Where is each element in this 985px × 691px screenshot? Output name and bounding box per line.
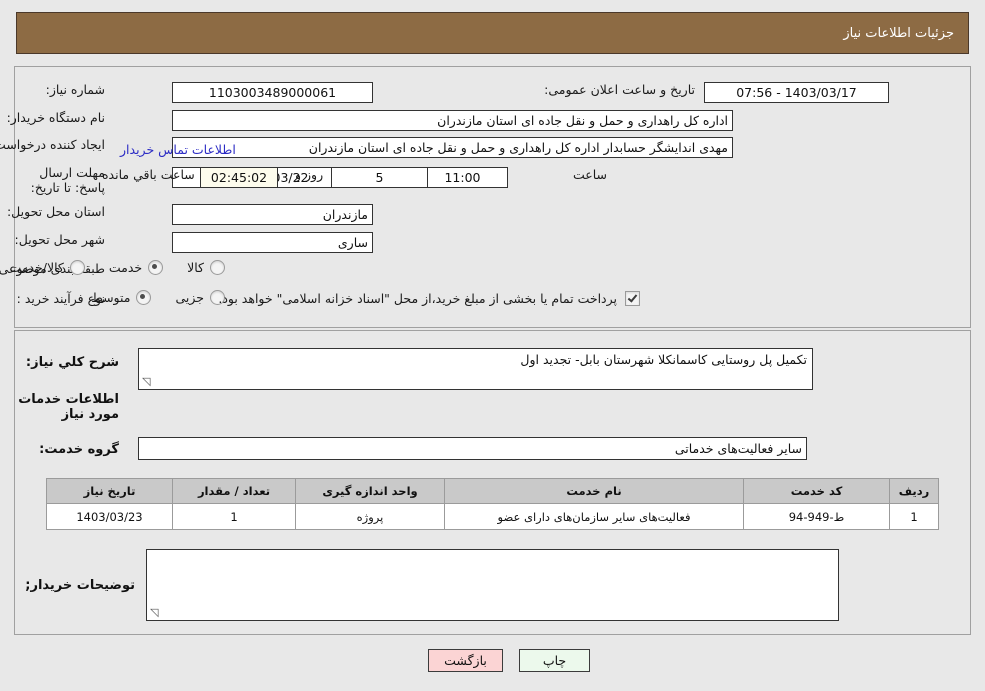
remaining-time-label: ساعت باقي مانده [102,167,195,182]
general-desc-textarea[interactable]: تکمیل پل روستایی کاسمانکلا شهرستان بابل-… [138,348,813,390]
cell-code: ط-949-94 [743,503,890,530]
province-field[interactable]: مازندران [172,204,373,225]
general-desc-value: تکمیل پل روستایی کاسمانکلا شهرستان بابل-… [520,352,807,367]
need-info-panel [14,66,971,328]
remaining-days-label: روز و [295,167,324,182]
announce-datetime-label: تاریخ و ساعت اعلان عمومی: [544,82,695,97]
treasury-note-row: پرداخت تمام یا بخشی از مبلغ خرید،از محل … [218,291,640,306]
buyer-notes-label: توضیحات خریدار; [25,578,135,593]
process-options: جزیی متوسط [67,290,225,305]
buyer-org-label: نام دستگاه خریدار: [6,110,105,125]
service-group-field[interactable]: سایر فعالیت‌های خدماتی [138,437,807,460]
th-unit: واحد اندازه گیری [295,478,445,504]
announce-datetime-label-row: تاریخ و ساعت اعلان عمومی: [544,82,695,97]
cell-date: 1403/03/23 [46,503,173,530]
th-quantity: تعداد / مقدار [172,478,296,504]
remaining-time-field[interactable]: 02:45:02 [200,167,278,188]
deadline-label-row: مهلت ارسال پاسخ: تا تاریخ: [10,165,105,195]
items-table: ردیف کد خدمت نام خدمت واحد اندازه گیری ت… [46,478,939,530]
resize-grip-icon[interactable]: ◸ [142,375,152,388]
radio-kala-icon[interactable] [210,260,225,275]
cell-name: فعالیت‌های سایر سازمان‌های دارای عضو [444,503,744,530]
th-date: تاریخ نیاز [46,478,173,504]
category-option-kala[interactable]: کالا [187,260,225,275]
cell-index: 1 [889,503,939,530]
city-label-row: شهر محل تحویل: [15,232,105,247]
radio-kala-khedmat-icon[interactable] [69,260,85,275]
category-option-khedmat-label: خدمت [108,260,143,275]
th-index: ردیف [889,478,939,504]
cell-unit: پروژه [295,503,445,530]
page-title: جزئیات اطلاعات نیاز [843,25,954,41]
buyer-contact-link-label[interactable]: اطلاعات تماس خریدار [120,142,236,157]
page-root: AnaTender.net جزئیات اطلاعات نیاز شماره … [0,0,985,691]
deadline-hour-label: ساعت [572,167,607,182]
province-label-row: استان محل تحویل: [7,204,105,219]
process-option-motavaset-label: متوسط [91,290,131,305]
treasury-checkbox[interactable] [625,291,640,306]
th-code: کد خدمت [743,478,890,504]
requester-label-row: ایجاد کننده درخواست: [0,137,105,152]
buyer-contact-link[interactable]: اطلاعات تماس خریدار [120,139,236,158]
buyer-notes-textarea[interactable]: ◸ [146,549,839,621]
general-desc-label: شرح کلي نیاز: [25,355,119,370]
resize-grip-icon-2[interactable]: ◸ [150,606,160,619]
city-label: شهر محل تحویل: [15,232,105,247]
category-option-kala-khedmat-label: کالا/خدمت [9,260,64,275]
services-section-title: اطلاعات خدمات مورد نیاز [18,392,119,422]
need-number-label: شماره نیاز: [45,82,105,97]
page-header: جزئیات اطلاعات نیاز [16,12,969,54]
category-options: کالا خدمت کالا/خدمت [0,260,225,275]
category-option-kala-label: کالا [187,260,204,275]
service-group-label: گروه خدمت: [39,442,119,457]
remaining-days-field[interactable]: 5 [331,167,428,188]
province-label: استان محل تحویل: [6,204,105,219]
need-number-label-row: شماره نیاز: [46,82,105,97]
th-name: نام خدمت [444,478,744,504]
cell-quantity: 1 [172,503,296,530]
radio-khedmat-icon[interactable] [148,260,164,275]
category-option-kala-khedmat[interactable]: کالا/خدمت [9,260,85,275]
radio-motavaset-icon[interactable] [136,290,152,305]
items-table-header-row: ردیف کد خدمت نام خدمت واحد اندازه گیری ت… [46,478,939,504]
requester-field[interactable]: مهدی اندایشگر حسابدار اداره کل راهداری و… [172,137,733,158]
city-label-text: شهر محل تحویل: [14,232,105,247]
announce-datetime-field[interactable]: 1403/03/17 - 07:56 [704,82,889,103]
deadline-time-field[interactable]: 11:00 [417,167,508,188]
deadline-label: مهلت ارسال پاسخ: تا تاریخ: [30,165,105,195]
treasury-note-label: پرداخت تمام یا بخشی از مبلغ خرید،از محل … [218,291,617,306]
remaining-time-label-row: ساعت باقي مانده [102,167,195,182]
deadline-hour-label-row: ساعت [573,167,607,182]
city-field[interactable]: ساری [172,232,373,253]
table-row[interactable]: 1 ط-949-94 فعالیت‌های سایر سازمان‌های دا… [46,503,939,530]
process-option-motavaset[interactable]: متوسط [91,290,152,305]
requester-label: ایجاد کننده درخواست: [0,137,105,152]
process-option-jozi-label: جزیی [175,290,204,305]
need-number-field[interactable]: 1103003489000061 [172,82,373,103]
category-option-khedmat[interactable]: خدمت [108,260,164,275]
back-button[interactable]: بازگشت [428,649,503,672]
buyer-org-field[interactable]: اداره کل راهداری و حمل و نقل جاده ای است… [172,110,733,131]
remaining-days-label-row: روز و [295,167,323,182]
buyer-org-label-row: نام دستگاه خریدار: [7,110,105,125]
print-button[interactable]: چاپ [519,649,590,672]
